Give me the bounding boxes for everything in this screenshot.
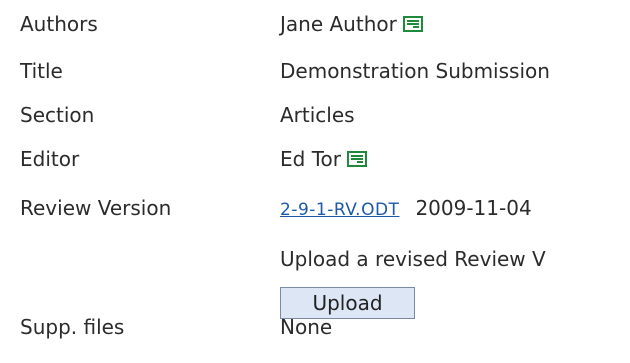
author-name: Jane Author [280, 12, 397, 36]
section-label: Section [20, 103, 95, 127]
review-version-label: Review Version [20, 196, 172, 220]
email-icon[interactable] [346, 151, 367, 167]
review-file-link[interactable]: 2-9-1-RV.ODT [280, 200, 399, 220]
title-value: Demonstration Submission [280, 59, 550, 83]
review-version-value: 2-9-1-RV.ODT 2009-11-04 [280, 196, 532, 220]
supp-files-label: Supp. files [20, 315, 125, 339]
email-icon[interactable] [402, 16, 423, 32]
supp-files-value: None [280, 315, 333, 339]
review-date: 2009-11-04 [415, 196, 532, 220]
editor-value: Ed Tor [280, 147, 367, 171]
authors-label: Authors [20, 12, 98, 36]
editor-label: Editor [20, 147, 80, 171]
authors-value: Jane Author [280, 12, 423, 36]
title-label: Title [20, 59, 63, 83]
upload-instruction: Upload a revised Review V [280, 247, 546, 271]
editor-name: Ed Tor [280, 147, 341, 171]
section-value: Articles [280, 103, 355, 127]
